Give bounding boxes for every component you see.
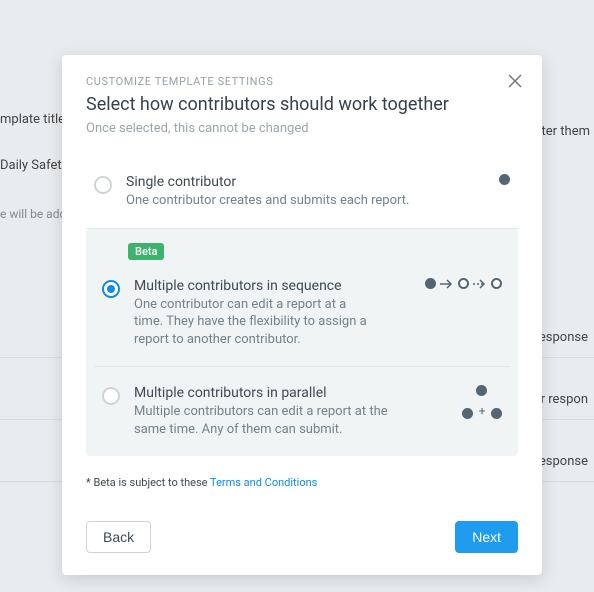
modal-header: CUSTOMIZE TEMPLATE SETTINGS Select how c… (62, 55, 542, 148)
back-button[interactable]: Back (86, 521, 151, 553)
bg-daily-safety: Daily Safety (0, 158, 68, 173)
bg-template-title-label: mplate title (0, 112, 65, 127)
option-parallel[interactable]: Multiple contributors in parallel Multip… (94, 367, 510, 456)
radio-parallel[interactable] (102, 387, 120, 405)
modal-title: Select how contributors should work toge… (86, 94, 518, 115)
option-single-contributor[interactable]: Single contributor One contributor creat… (86, 156, 518, 229)
option-single-title: Single contributor (126, 174, 426, 190)
single-contributor-icon (440, 174, 510, 185)
beta-badge: Beta (128, 243, 164, 260)
modal-body: Single contributor One contributor creat… (62, 148, 542, 464)
modal-subtitle: Once selected, this cannot be changed (86, 121, 518, 136)
option-sequence-title: Multiple contributors in sequence (134, 278, 378, 294)
sequence-icon (392, 278, 502, 290)
beta-group: Beta Multiple contributors in sequence O… (86, 229, 518, 457)
next-button[interactable]: Next (455, 521, 518, 553)
option-single-desc: One contributor creates and submits each… (126, 192, 426, 210)
radio-sequence[interactable] (102, 280, 120, 298)
option-parallel-desc: Multiple contributors can edit a report … (134, 403, 418, 438)
modal-dialog: CUSTOMIZE TEMPLATE SETTINGS Select how c… (62, 55, 542, 575)
option-sequence-text: Multiple contributors in sequence One co… (134, 278, 378, 349)
radio-single[interactable] (94, 176, 112, 194)
terms-link[interactable]: Terms and Conditions (210, 476, 317, 489)
modal-footer: Back Next (62, 505, 542, 575)
parallel-icon: + (432, 385, 502, 419)
footnote: * Beta is subject to these Terms and Con… (62, 464, 542, 505)
option-single-text: Single contributor One contributor creat… (126, 174, 426, 210)
footnote-text: * Beta is subject to these (86, 476, 210, 489)
option-sequence-desc: One contributor can edit a report at a t… (134, 296, 378, 349)
option-parallel-title: Multiple contributors in parallel (134, 385, 418, 401)
modal-eyebrow: CUSTOMIZE TEMPLATE SETTINGS (86, 75, 518, 88)
option-parallel-text: Multiple contributors in parallel Multip… (134, 385, 418, 438)
option-sequence[interactable]: Multiple contributors in sequence One co… (94, 260, 510, 368)
close-icon[interactable] (508, 73, 522, 92)
